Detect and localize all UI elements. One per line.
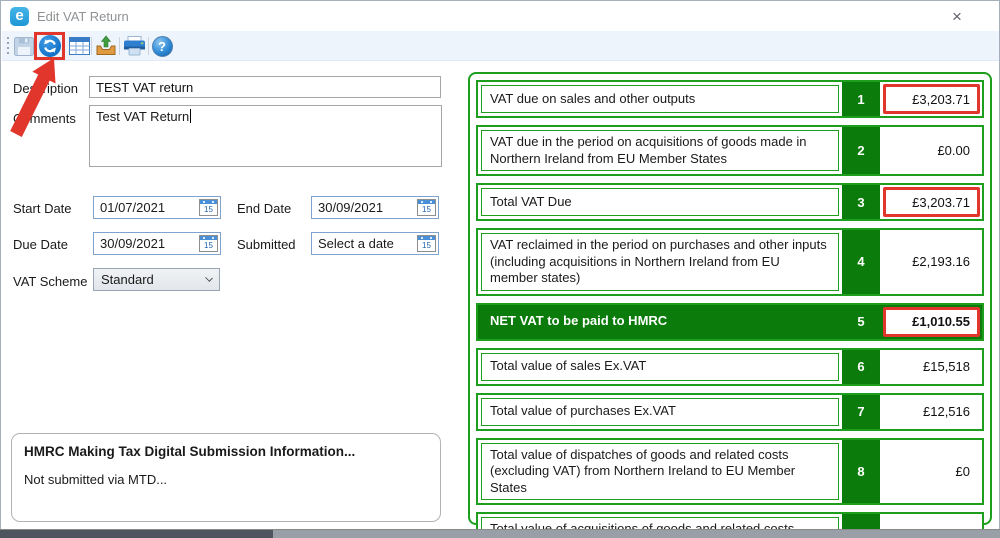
description-label: Description	[13, 81, 78, 96]
start-date-input[interactable]: 01/07/2021 15	[93, 196, 221, 219]
vat-box-row: Total value of dispatches of goods and r…	[476, 438, 984, 506]
print-icon	[123, 36, 146, 56]
comments-label: Comments	[13, 111, 76, 126]
vat-box-label: Total value of purchases Ex.VAT	[481, 398, 839, 426]
vat-boxes-panel: VAT due on sales and other outputs 1 £3,…	[468, 72, 992, 525]
due-date-value: 30/09/2021	[100, 236, 165, 251]
vat-box-value: £15,518	[883, 352, 980, 382]
table-button[interactable]	[67, 34, 91, 58]
vat-box-row: VAT due in the period on acquisitions of…	[476, 125, 984, 176]
app-logo-icon: e	[10, 7, 29, 26]
calendar-icon[interactable]: 15	[199, 199, 218, 216]
vat-box-number: 4	[842, 230, 880, 294]
vat-box-number: 5	[842, 305, 880, 339]
window-bottom-edge	[0, 529, 1000, 538]
title-bar: e Edit VAT Return ×	[1, 1, 999, 31]
chevron-down-icon	[205, 274, 213, 282]
vat-box-label: Total value of sales Ex.VAT	[481, 353, 839, 381]
vat-box-label: NET VAT to be paid to HMRC	[481, 308, 839, 336]
toolbar: ?	[2, 31, 999, 61]
vat-box-value: £12,516	[883, 397, 980, 427]
submitted-label: Submitted	[237, 237, 296, 252]
close-icon[interactable]: ×	[947, 7, 967, 27]
export-icon	[95, 35, 117, 57]
edit-vat-return-window: e Edit VAT Return ×	[0, 0, 1000, 530]
help-button[interactable]: ?	[150, 34, 174, 58]
calendar-icon[interactable]: 15	[199, 235, 218, 252]
vat-box-value: £0.00	[883, 129, 980, 172]
end-date-input[interactable]: 30/09/2021 15	[311, 196, 439, 219]
comments-text: Test VAT Return	[96, 109, 189, 124]
mtd-info-box: HMRC Making Tax Digital Submission Infor…	[11, 433, 441, 522]
vat-box-label: VAT due on sales and other outputs	[481, 85, 839, 113]
vat-box-value: £1,010.55	[883, 307, 980, 337]
toolbar-separator	[91, 37, 92, 55]
description-input[interactable]	[89, 76, 441, 98]
vat-box-row: Total value of sales Ex.VAT 6 £15,518	[476, 348, 984, 386]
vat-box-row: VAT due on sales and other outputs 1 £3,…	[476, 80, 984, 118]
export-button[interactable]	[94, 34, 118, 58]
vat-box-value: £0	[883, 442, 980, 502]
due-date-label: Due Date	[13, 237, 68, 252]
toolbar-separator	[148, 37, 149, 55]
vat-box-label: Total VAT Due	[481, 188, 839, 216]
vat-scheme-select[interactable]: Standard	[93, 268, 220, 291]
vat-box-number: 1	[842, 82, 880, 116]
calendar-icon[interactable]: 15	[417, 235, 436, 252]
vat-box-number: 3	[842, 185, 880, 219]
vat-box-label: VAT due in the period on acquisitions of…	[481, 130, 839, 171]
vat-box-label: VAT reclaimed in the period on purchases…	[481, 233, 839, 291]
vat-box-value: £2,193.16	[883, 232, 980, 292]
mtd-status: Not submitted via MTD...	[24, 472, 428, 487]
calendar-icon[interactable]: 15	[417, 199, 436, 216]
vat-box-number: 8	[842, 440, 880, 504]
vat-scheme-value: Standard	[101, 272, 154, 287]
vat-box-label: Total value of dispatches of goods and r…	[481, 443, 839, 501]
vat-scheme-label: VAT Scheme	[13, 274, 87, 289]
refresh-icon	[39, 35, 61, 57]
submitted-date-value: Select a date	[318, 236, 394, 251]
comments-input[interactable]: Test VAT Return	[89, 105, 442, 167]
end-date-value: 30/09/2021	[318, 200, 383, 215]
vat-box-row: VAT reclaimed in the period on purchases…	[476, 228, 984, 296]
save-button[interactable]	[12, 34, 36, 58]
toolbar-grip-handle[interactable]	[7, 37, 9, 55]
due-date-input[interactable]: 30/09/2021 15	[93, 232, 221, 255]
mtd-title: HMRC Making Tax Digital Submission Infor…	[24, 444, 428, 459]
table-icon	[69, 37, 90, 55]
start-date-label: Start Date	[13, 201, 72, 216]
text-caret	[190, 109, 191, 123]
vat-box-value: £3,203.71	[883, 84, 980, 114]
vat-box-value: £3,203.71	[883, 187, 980, 217]
vat-box-number: 7	[842, 395, 880, 429]
vat-box-number: 6	[842, 350, 880, 384]
start-date-value: 01/07/2021	[100, 200, 165, 215]
red-arrow-annotation	[6, 54, 66, 139]
refresh-button[interactable]	[38, 34, 62, 58]
vat-box-row: Total value of purchases Ex.VAT 7 £12,51…	[476, 393, 984, 431]
toolbar-separator	[119, 37, 120, 55]
vat-box-number: 2	[842, 127, 880, 174]
help-icon: ?	[152, 36, 173, 57]
print-button[interactable]	[122, 34, 146, 58]
screen: e Edit VAT Return ×	[0, 0, 1000, 538]
end-date-label: End Date	[237, 201, 291, 216]
vat-box-row: Total VAT Due 3 £3,203.71	[476, 183, 984, 221]
save-icon	[14, 37, 34, 56]
submitted-date-input[interactable]: Select a date 15	[311, 232, 439, 255]
vat-box-row: NET VAT to be paid to HMRC 5 £1,010.55	[476, 303, 984, 341]
window-title: Edit VAT Return	[37, 9, 129, 24]
